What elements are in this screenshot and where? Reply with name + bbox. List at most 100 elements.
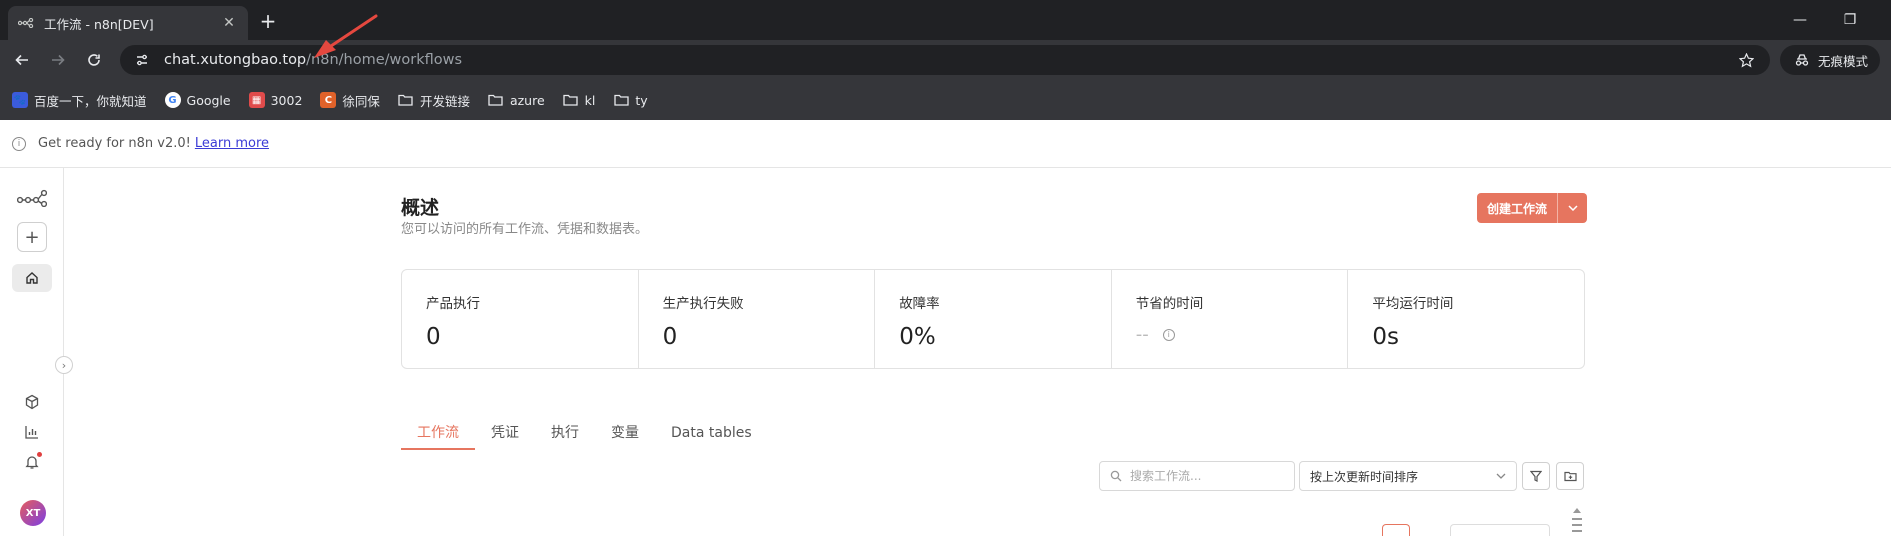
url-text: chat.xutongbao.top/n8n/home/workflows (164, 52, 462, 68)
insights-chart-icon[interactable] (12, 418, 52, 446)
resource-tabs: 工作流 凭证 执行 变量 Data tables (401, 420, 768, 450)
bookmark-star-icon[interactable] (1736, 50, 1756, 70)
arrow-right-icon (52, 54, 65, 66)
n8n-logo-icon[interactable] (12, 184, 52, 212)
url-host: chat.xutongbao.top (164, 52, 307, 68)
pagination-item[interactable] (1382, 524, 1410, 536)
tab-2[interactable]: 执行 (535, 420, 595, 450)
chevron-down-icon (1496, 473, 1506, 479)
learn-more-link[interactable]: Learn more (195, 136, 269, 151)
stat-value-text: 0 (426, 324, 441, 350)
folder-plus-icon (1563, 471, 1577, 482)
bookmark-label: 3002 (270, 92, 303, 108)
search-input[interactable] (1130, 469, 1280, 483)
home-icon[interactable] (12, 264, 52, 292)
stat-value: 0 (426, 324, 614, 350)
templates-icon[interactable] (12, 388, 52, 416)
tab-0[interactable]: 工作流 (401, 420, 475, 450)
scroll-up-icon[interactable] (1572, 506, 1582, 536)
bookmark-label: 徐同保 (342, 93, 380, 109)
stat-value-text: -- (1135, 324, 1149, 345)
tab-4[interactable]: Data tables (655, 420, 768, 450)
tab-3[interactable]: 变量 (595, 420, 655, 450)
stat-value-text: 0 (662, 324, 678, 350)
bookmark-item[interactable]: 开发链接 (398, 91, 470, 110)
filter-button[interactable] (1522, 462, 1550, 490)
bookmark-label: 百度一下，你就知道 (34, 93, 147, 109)
stat-label: 生产执行失败 (662, 296, 744, 312)
banner-text: Get ready for n8n v2.0! (38, 136, 191, 151)
stat-card[interactable]: 产品执行 0 (402, 270, 639, 368)
bookmark-label: kl (584, 92, 596, 108)
folder-icon (613, 92, 629, 108)
incognito-icon (1795, 54, 1809, 66)
notifications-bell-icon[interactable] (12, 448, 52, 476)
bookmark-item[interactable]: ty (613, 92, 648, 108)
add-folder-button[interactable] (1556, 462, 1584, 490)
address-bar[interactable]: chat.xutongbao.top/n8n/home/workflows (120, 45, 1770, 75)
bookmark-item[interactable]: azure (488, 92, 545, 108)
app-icon: ▦ (248, 92, 265, 108)
tab-close-icon[interactable]: ✕ (220, 15, 238, 31)
bookmark-label: ty (635, 92, 648, 108)
stat-label: 平均运行时间 (1372, 296, 1454, 312)
stat-value: 0s (1372, 324, 1560, 350)
stat-label: 故障率 (899, 296, 940, 312)
sidebar-collapse-chevron-icon[interactable]: › (55, 356, 73, 374)
stat-value-text: 0% (899, 324, 936, 350)
baidu-icon: 🐾 (12, 92, 28, 108)
back-button[interactable] (8, 46, 36, 74)
bookmark-label: azure (509, 92, 545, 108)
bookmark-label: 开发链接 (419, 93, 470, 109)
create-workflow-label[interactable]: 创建工作流 (1477, 193, 1558, 223)
sort-select[interactable]: 按上次更新时间排序 (1299, 461, 1517, 491)
stat-label: 节省的时间 (1135, 296, 1204, 312)
browser-tab-title: 工作流 - n8n[DEV] (44, 16, 154, 32)
folder-icon (563, 92, 579, 108)
info-icon[interactable]: i (1162, 328, 1175, 341)
search-workflows[interactable] (1099, 461, 1295, 491)
stat-card[interactable]: 节省的时间 -- i (1112, 270, 1349, 368)
stat-value-text: 0s (1372, 324, 1399, 350)
n8n-favicon-icon (18, 15, 34, 31)
add-icon[interactable]: + (17, 222, 47, 252)
sort-select-value: 按上次更新时间排序 (1310, 469, 1419, 484)
google-icon: G (164, 92, 181, 108)
notification-dot (37, 452, 42, 457)
new-tab-button[interactable]: + (254, 8, 282, 36)
folder-icon (398, 92, 414, 108)
tab-1[interactable]: 凭证 (475, 420, 535, 450)
app-sidebar: + XT (0, 168, 64, 536)
create-workflow-button[interactable]: 创建工作流 (1477, 193, 1588, 223)
arrow-left-icon (15, 54, 28, 66)
browser-tab-active[interactable]: 工作流 - n8n[DEV] ✕ (8, 6, 248, 40)
stat-value: 0% (899, 324, 1087, 350)
page-size-select[interactable] (1450, 524, 1550, 536)
stat-card[interactable]: 故障率 0% (875, 270, 1112, 368)
bookmark-item[interactable]: ▦ 3002 (248, 92, 303, 108)
search-icon (1110, 470, 1122, 482)
incognito-indicator[interactable]: 无痕模式 (1780, 45, 1880, 75)
minimize-icon[interactable]: — (1780, 8, 1820, 32)
bookmark-item[interactable]: C 徐同保 (320, 91, 380, 110)
restore-icon[interactable]: ❐ (1830, 8, 1870, 32)
bookmark-item[interactable]: 🐾 百度一下，你就知道 (12, 91, 147, 110)
page-title: 概述 (401, 197, 440, 219)
info-icon: i (12, 136, 26, 151)
c-icon: C (320, 92, 337, 108)
avatar[interactable]: XT (20, 500, 46, 526)
stat-card[interactable]: 生产执行失败 0 (639, 270, 876, 368)
bookmark-item[interactable]: kl (563, 92, 596, 108)
reload-button[interactable] (80, 46, 108, 74)
url-path: /n8n/home/workflows (306, 52, 463, 68)
site-settings-icon[interactable] (132, 50, 152, 70)
reload-icon (88, 54, 100, 66)
browser-toolbar: chat.xutongbao.top/n8n/home/workflows 无痕… (0, 40, 1891, 80)
stat-value: 0 (663, 324, 851, 350)
folder-icon (488, 92, 504, 108)
bookmark-item[interactable]: G Google (164, 92, 231, 108)
chevron-down-icon[interactable] (1557, 193, 1588, 223)
filter-icon (1530, 470, 1542, 482)
stat-card[interactable]: 平均运行时间 0s (1348, 270, 1584, 368)
forward-button[interactable] (44, 46, 72, 74)
